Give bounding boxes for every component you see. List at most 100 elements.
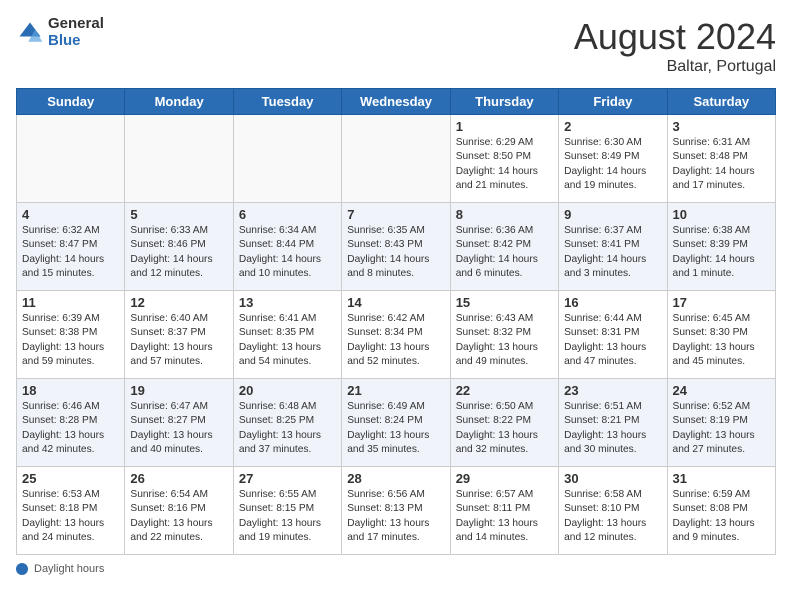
- day-info: Sunrise: 6:42 AMSunset: 8:34 PMDaylight:…: [347, 312, 444, 369]
- calendar-week-row: 4 Sunrise: 6:32 AMSunset: 8:47 PMDaylight…: [17, 203, 776, 291]
- weekday-header: Thursday: [450, 89, 558, 115]
- calendar-cell: 21 Sunrise: 6:49 AMSunset: 8:24 PMDayligh…: [342, 379, 450, 467]
- day-number: 10: [673, 207, 770, 222]
- weekday-header: Saturday: [667, 89, 775, 115]
- calendar-cell: 29 Sunrise: 6:57 AMSunset: 8:11 PMDayligh…: [450, 467, 558, 555]
- day-info: Sunrise: 6:46 AMSunset: 8:28 PMDaylight:…: [22, 400, 119, 457]
- day-number: 2: [564, 119, 661, 134]
- day-info: Sunrise: 6:29 AMSunset: 8:50 PMDaylight:…: [456, 136, 553, 193]
- calendar-cell: 23 Sunrise: 6:51 AMSunset: 8:21 PMDayligh…: [559, 379, 667, 467]
- day-number: 29: [456, 471, 553, 486]
- calendar-cell: 25Sunrise: 6:53 AMSunset: 8:18 PMDayligh…: [17, 467, 125, 555]
- day-info: Sunrise: 6:45 AMSunset: 8:30 PMDaylight:…: [673, 312, 770, 369]
- footer-label: Daylight hours: [34, 563, 104, 575]
- calendar-cell: 3 Sunrise: 6:31 AMSunset: 8:48 PMDaylight…: [667, 115, 775, 203]
- day-info: Sunrise: 6:31 AMSunset: 8:48 PMDaylight:…: [673, 136, 770, 193]
- calendar-cell: 18 Sunrise: 6:46 AMSunset: 8:28 PMDayligh…: [17, 379, 125, 467]
- day-number: 8: [456, 207, 553, 222]
- day-number: 4: [22, 207, 119, 222]
- day-info: Sunrise: 6:52 AMSunset: 8:19 PMDaylight:…: [673, 400, 770, 457]
- day-info: Sunrise: 6:59 AMSunset: 8:08 PMDaylight:…: [673, 488, 770, 545]
- calendar-cell: 5 Sunrise: 6:33 AMSunset: 8:46 PMDaylight…: [125, 203, 233, 291]
- calendar-cell: 27 Sunrise: 6:55 AMSunset: 8:15 PMDayligh…: [233, 467, 341, 555]
- day-number: 31: [673, 471, 770, 486]
- day-info: Sunrise: 6:51 AMSunset: 8:21 PMDaylight:…: [564, 400, 661, 457]
- day-info: Sunrise: 6:30 AMSunset: 8:49 PMDaylight:…: [564, 136, 661, 193]
- calendar-week-row: 18 Sunrise: 6:46 AMSunset: 8:28 PMDayligh…: [17, 379, 776, 467]
- calendar-cell: 6Sunrise: 6:34 AMSunset: 8:44 PMDaylight…: [233, 203, 341, 291]
- logo-text: General Blue: [48, 16, 104, 49]
- calendar-week-row: 1 Sunrise: 6:29 AMSunset: 8:50 PMDaylight…: [17, 115, 776, 203]
- calendar-cell: 13 Sunrise: 6:41 AMSunset: 8:35 PMDayligh…: [233, 291, 341, 379]
- calendar-cell: 31 Sunrise: 6:59 AMSunset: 8:08 PMDayligh…: [667, 467, 775, 555]
- calendar-cell: 7Sunrise: 6:35 AMSunset: 8:43 PMDaylight…: [342, 203, 450, 291]
- page-header: General Blue August 2024 Baltar, Portuga…: [16, 16, 776, 76]
- calendar-cell: 8 Sunrise: 6:36 AMSunset: 8:42 PMDaylight…: [450, 203, 558, 291]
- day-info: Sunrise: 6:41 AMSunset: 8:35 PMDaylight:…: [239, 312, 336, 369]
- day-number: 11: [22, 295, 119, 310]
- logo-general: General: [48, 16, 104, 33]
- day-info: Sunrise: 6:48 AMSunset: 8:25 PMDaylight:…: [239, 400, 336, 457]
- day-number: 12: [130, 295, 227, 310]
- calendar-cell: 9Sunrise: 6:37 AMSunset: 8:41 PMDaylight…: [559, 203, 667, 291]
- calendar-cell: 15 Sunrise: 6:43 AMSunset: 8:32 PMDayligh…: [450, 291, 558, 379]
- day-info: Sunrise: 6:49 AMSunset: 8:24 PMDaylight:…: [347, 400, 444, 457]
- calendar-week-row: 11 Sunrise: 6:39 AMSunset: 8:38 PMDayligh…: [17, 291, 776, 379]
- day-number: 1: [456, 119, 553, 134]
- weekday-header: Wednesday: [342, 89, 450, 115]
- day-info: Sunrise: 6:44 AMSunset: 8:31 PMDaylight:…: [564, 312, 661, 369]
- day-number: 26: [130, 471, 227, 486]
- day-info: Sunrise: 6:47 AMSunset: 8:27 PMDaylight:…: [130, 400, 227, 457]
- logo: General Blue: [16, 16, 104, 49]
- calendar-cell: 19 Sunrise: 6:47 AMSunset: 8:27 PMDayligh…: [125, 379, 233, 467]
- day-number: 13: [239, 295, 336, 310]
- calendar-cell: 17 Sunrise: 6:45 AMSunset: 8:30 PMDayligh…: [667, 291, 775, 379]
- calendar-cell: 10 Sunrise: 6:38 AMSunset: 8:39 PMDayligh…: [667, 203, 775, 291]
- calendar-footer: Daylight hours: [16, 563, 776, 575]
- day-number: 19: [130, 383, 227, 398]
- day-info: Sunrise: 6:34 AMSunset: 8:44 PMDaylight:…: [239, 224, 336, 281]
- day-info: Sunrise: 6:38 AMSunset: 8:39 PMDaylight:…: [673, 224, 770, 281]
- month-year: August 2024: [574, 16, 776, 58]
- day-number: 5: [130, 207, 227, 222]
- calendar-week-row: 25Sunrise: 6:53 AMSunset: 8:18 PMDayligh…: [17, 467, 776, 555]
- day-number: 17: [673, 295, 770, 310]
- calendar-cell: 24 Sunrise: 6:52 AMSunset: 8:19 PMDayligh…: [667, 379, 775, 467]
- day-info: Sunrise: 6:32 AMSunset: 8:47 PMDaylight:…: [22, 224, 119, 281]
- calendar-cell: 16 Sunrise: 6:44 AMSunset: 8:31 PMDayligh…: [559, 291, 667, 379]
- day-info: Sunrise: 6:58 AMSunset: 8:10 PMDaylight:…: [564, 488, 661, 545]
- logo-icon: [16, 19, 44, 47]
- day-info: Sunrise: 6:57 AMSunset: 8:11 PMDaylight:…: [456, 488, 553, 545]
- footer-dot-icon: [16, 563, 28, 575]
- day-number: 23: [564, 383, 661, 398]
- day-number: 20: [239, 383, 336, 398]
- day-info: Sunrise: 6:54 AMSunset: 8:16 PMDaylight:…: [130, 488, 227, 545]
- calendar-table: SundayMondayTuesdayWednesdayThursdayFrid…: [16, 88, 776, 555]
- day-info: Sunrise: 6:56 AMSunset: 8:13 PMDaylight:…: [347, 488, 444, 545]
- weekday-header: Monday: [125, 89, 233, 115]
- day-number: 14: [347, 295, 444, 310]
- day-number: 16: [564, 295, 661, 310]
- calendar-cell: 26 Sunrise: 6:54 AMSunset: 8:16 PMDayligh…: [125, 467, 233, 555]
- calendar-cell: 12Sunrise: 6:40 AMSunset: 8:37 PMDayligh…: [125, 291, 233, 379]
- day-number: 18: [22, 383, 119, 398]
- day-number: 30: [564, 471, 661, 486]
- day-info: Sunrise: 6:39 AMSunset: 8:38 PMDaylight:…: [22, 312, 119, 369]
- calendar-cell: 4 Sunrise: 6:32 AMSunset: 8:47 PMDaylight…: [17, 203, 125, 291]
- day-info: Sunrise: 6:43 AMSunset: 8:32 PMDaylight:…: [456, 312, 553, 369]
- calendar-cell: 28Sunrise: 6:56 AMSunset: 8:13 PMDayligh…: [342, 467, 450, 555]
- day-number: 3: [673, 119, 770, 134]
- day-number: 15: [456, 295, 553, 310]
- day-info: Sunrise: 6:33 AMSunset: 8:46 PMDaylight:…: [130, 224, 227, 281]
- day-number: 27: [239, 471, 336, 486]
- location: Baltar, Portugal: [574, 58, 776, 76]
- calendar-cell: [125, 115, 233, 203]
- day-info: Sunrise: 6:53 AMSunset: 8:18 PMDaylight:…: [22, 488, 119, 545]
- calendar-cell: 20 Sunrise: 6:48 AMSunset: 8:25 PMDayligh…: [233, 379, 341, 467]
- calendar-cell: [342, 115, 450, 203]
- day-number: 21: [347, 383, 444, 398]
- calendar-cell: 14 Sunrise: 6:42 AMSunset: 8:34 PMDayligh…: [342, 291, 450, 379]
- day-info: Sunrise: 6:55 AMSunset: 8:15 PMDaylight:…: [239, 488, 336, 545]
- day-number: 24: [673, 383, 770, 398]
- day-info: Sunrise: 6:36 AMSunset: 8:42 PMDaylight:…: [456, 224, 553, 281]
